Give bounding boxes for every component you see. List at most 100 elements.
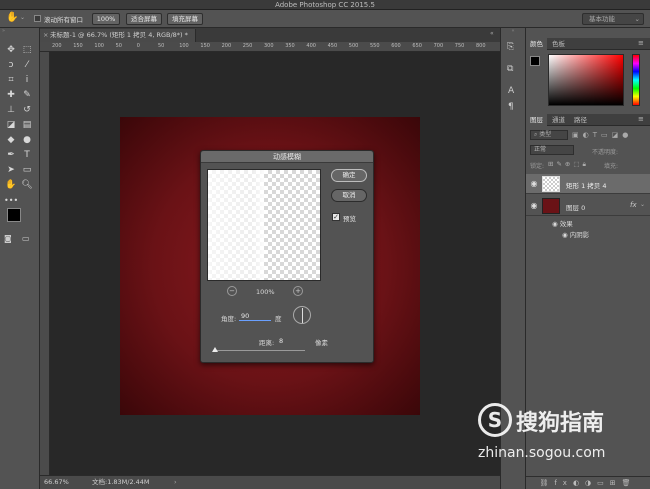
collapse-icon[interactable]: » xyxy=(2,28,38,34)
layer-row-selected[interactable]: ◉ 矩形 1 拷贝 4 xyxy=(526,174,650,194)
crop-tool-icon[interactable]: ⌗ xyxy=(4,74,18,87)
vertical-ruler xyxy=(40,52,50,475)
document-tab-bar: × 未标题-1 @ 66.7% (矩形 1 拷贝 4, RGB/8*) * « xyxy=(40,28,500,42)
pen-tool-icon[interactable]: ✒ xyxy=(4,149,18,162)
history-brush-tool-icon[interactable]: ↺ xyxy=(20,104,34,117)
gradient-tool-icon[interactable]: ▤ xyxy=(20,119,34,132)
paragraph-panel-icon[interactable]: ¶ xyxy=(508,102,514,112)
zoom-out-icon[interactable]: − xyxy=(227,286,237,296)
distance-input[interactable]: 8 xyxy=(279,337,283,345)
tab-channels[interactable]: 通道 xyxy=(548,114,569,126)
layer-name[interactable]: 矩形 1 拷贝 4 xyxy=(566,180,606,190)
type-tool-icon[interactable]: T xyxy=(20,149,34,162)
panel-menu-icon[interactable]: ≡ xyxy=(638,39,644,47)
fill-screen-button[interactable]: 填充屏幕 xyxy=(167,13,203,25)
hand-tool-icon[interactable]: ✋ xyxy=(4,179,18,192)
eyedropper-tool-icon[interactable]: ⅰ xyxy=(20,74,34,87)
workspace-select[interactable]: 基本功能 ⌄ xyxy=(582,13,644,25)
clone-stamp-tool-icon[interactable]: ⊥ xyxy=(4,104,18,117)
more-tools-icon[interactable]: ••• xyxy=(4,194,18,207)
watermark-brand: 搜狗指南 xyxy=(516,411,605,436)
layer-filter-icons[interactable]: ▣◐T▭◪● xyxy=(572,130,646,140)
hue-slider[interactable] xyxy=(632,54,640,106)
lock-icons[interactable]: ⊞✎⊕⬚🔒︎ xyxy=(548,160,589,169)
zoom-status[interactable]: 66.67% xyxy=(44,476,69,489)
layer-name[interactable]: 图层 0 xyxy=(566,202,585,212)
path-selection-tool-icon[interactable]: ➤ xyxy=(4,164,18,177)
blend-mode-label: 正常 xyxy=(534,146,547,153)
distance-slider-track[interactable] xyxy=(211,347,305,352)
history-panel-icon[interactable]: ⎘ xyxy=(507,42,514,52)
foreground-color-swatch[interactable] xyxy=(7,208,21,222)
ok-button[interactable]: 确定 xyxy=(331,169,367,182)
ruler-tick-label: 400 xyxy=(306,43,316,49)
zoom-in-icon[interactable]: + xyxy=(293,286,303,296)
dodge-tool-icon[interactable]: ● xyxy=(20,134,34,147)
properties-panel-icon[interactable]: ⧉ xyxy=(507,64,513,74)
quick-mask-icon[interactable]: ◙ xyxy=(4,234,12,243)
layer-kind-filter[interactable]: ⌕ 类型 xyxy=(530,130,568,140)
chevron-down-icon[interactable]: ⌄ xyxy=(640,201,645,208)
tab-swatches[interactable]: 色板 xyxy=(548,38,569,50)
blur-tool-icon[interactable]: ◆ xyxy=(4,134,18,147)
angle-dial[interactable] xyxy=(293,306,311,324)
hand-icon[interactable]: ✋ xyxy=(6,12,18,23)
tools-panel: » ✥ ⬚ ↄ ⁄ ⌗ ⅰ ✚ ✎ ⊥ ↺ ◪ ▤ ◆ ● ✒ T ➤ ▭ ✋ … xyxy=(0,28,40,489)
ruler-tick-label: 0 xyxy=(136,43,140,49)
panel-menu-icon[interactable]: ≡ xyxy=(638,115,644,123)
preview-checkbox[interactable]: ✓ xyxy=(332,213,340,221)
fit-screen-button[interactable]: 适合屏幕 xyxy=(126,13,162,25)
tab-color[interactable]: 颜色 xyxy=(526,38,547,50)
ruler-tick-label: 100 xyxy=(179,43,189,49)
angle-label: 角度: xyxy=(221,315,237,323)
lock-label: 锁定: xyxy=(530,163,545,170)
eraser-tool-icon[interactable]: ◪ xyxy=(4,119,18,132)
scroll-all-windows-checkbox[interactable] xyxy=(34,15,41,22)
panel-collapse-icon[interactable]: « xyxy=(490,30,494,37)
eye-icon[interactable]: ◉ xyxy=(529,179,539,189)
color-picker-field[interactable] xyxy=(548,54,624,106)
cancel-button[interactable]: 取消 xyxy=(331,189,367,202)
collapse-icon[interactable]: « xyxy=(501,28,525,34)
tab-layers[interactable]: 图层 xyxy=(526,114,547,126)
close-icon[interactable]: × xyxy=(43,29,48,42)
move-tool-icon[interactable]: ✥ xyxy=(4,44,18,57)
zoom-tool-icon[interactable]: 🔍︎ xyxy=(20,179,34,192)
character-panel-icon[interactable]: A xyxy=(508,86,514,96)
tab-paths[interactable]: 路径 xyxy=(570,114,591,126)
effect-item-row[interactable]: ◉ 内阴影 xyxy=(562,229,589,239)
angle-dial-needle xyxy=(302,308,303,323)
marquee-tool-icon[interactable]: ⬚ xyxy=(20,44,34,57)
lasso-tool-icon[interactable]: ↄ xyxy=(4,59,18,72)
ruler-tick-label: 150 xyxy=(200,43,210,49)
distance-slider-thumb[interactable] xyxy=(211,347,218,352)
layer-row[interactable]: ◉ 图层 0 fx ⌄ xyxy=(526,196,650,216)
effects-row[interactable]: ◉ 效果 xyxy=(552,218,573,228)
chevron-down-icon[interactable]: ⌄ xyxy=(20,14,25,21)
eye-icon[interactable]: ◉ xyxy=(529,201,539,211)
document-tab[interactable]: × 未标题-1 @ 66.7% (矩形 1 拷贝 4, RGB/8*) * xyxy=(40,29,196,42)
color-foreground-swatch[interactable] xyxy=(530,56,540,66)
chevron-right-icon[interactable]: › xyxy=(174,476,177,489)
screen-mode-icon[interactable]: ▭ xyxy=(22,234,30,243)
eye-icon[interactable]: ◉ xyxy=(552,220,558,228)
fx-icon[interactable]: fx xyxy=(630,201,637,209)
zoom-100-button[interactable]: 100% xyxy=(92,13,120,25)
magic-wand-tool-icon[interactable]: ⁄ xyxy=(20,59,34,72)
ruler-tick-label: 250 xyxy=(242,43,253,49)
rectangle-tool-icon[interactable]: ▭ xyxy=(20,164,34,177)
horizontal-ruler: 200 150 100 50 0 50 100 150 200 250 300 350 400 450 50… xyxy=(40,42,500,52)
ruler-tick-label: 750 xyxy=(454,43,465,49)
effects-label: 效果 xyxy=(559,220,573,228)
ruler-tick-label: 700 xyxy=(433,43,444,49)
angle-input[interactable]: 90 xyxy=(239,311,271,321)
healing-brush-tool-icon[interactable]: ✚ xyxy=(4,89,18,102)
blur-preview[interactable] xyxy=(207,169,321,281)
blend-mode-select[interactable]: 正常 xyxy=(530,145,574,155)
motion-blur-dialog: 动感模糊 确定 取消 ✓ 预览 − 100% + 角度: 90 度 距离: 8 … xyxy=(200,150,374,363)
brush-tool-icon[interactable]: ✎ xyxy=(20,89,34,102)
eye-icon[interactable]: ◉ xyxy=(562,231,568,239)
layers-footer-buttons[interactable]: ⛓fx◐◑▭⊞🗑︎ xyxy=(526,476,650,489)
ruler-tick-label: 350 xyxy=(285,43,295,49)
check-icon: ✓ xyxy=(333,213,339,221)
